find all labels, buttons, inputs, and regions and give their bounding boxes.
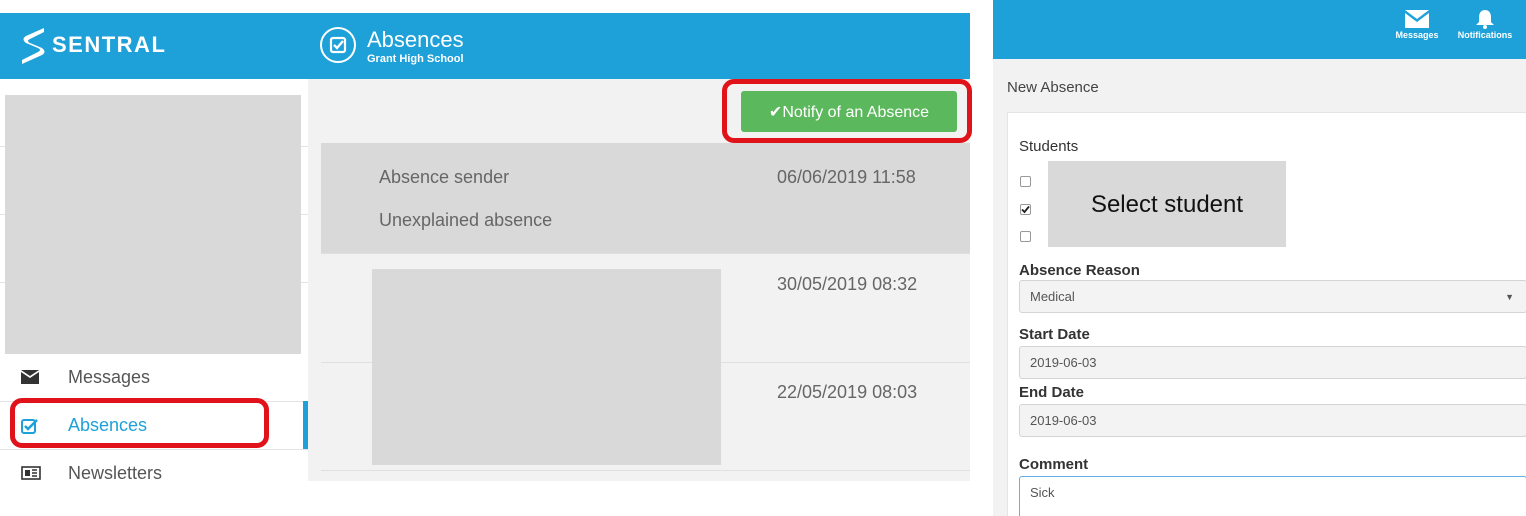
start-date-label: Start Date	[1019, 326, 1090, 343]
messages-label: Messages	[1395, 30, 1439, 40]
top-bar: SENTRAL Absences Grant High School	[0, 13, 970, 79]
absence-status: Unexplained absence	[379, 210, 553, 230]
newspaper-icon	[21, 466, 41, 481]
list-item[interactable]: Absence sender Unexplained absence 06/06…	[321, 143, 970, 253]
end-date-input[interactable]: 2019-06-03	[1019, 404, 1526, 437]
sentral-s-icon	[22, 28, 45, 64]
sidebar-item-messages[interactable]: Messages	[0, 353, 308, 401]
envelope-icon	[1405, 10, 1429, 28]
envelope-icon	[21, 370, 39, 389]
form-title: New Absence	[1007, 79, 1099, 96]
notifications-button[interactable]: Notifications	[1450, 6, 1520, 40]
messages-button[interactable]: Messages	[1386, 6, 1448, 40]
caret-down-icon: ▼	[1505, 292, 1514, 302]
comment-textarea[interactable]: Sick	[1019, 476, 1526, 516]
absence-reason-label: Absence Reason	[1019, 262, 1140, 279]
notifications-label: Notifications	[1457, 30, 1513, 40]
absence-sender: Absence sender	[379, 167, 510, 187]
sentral-logo: SENTRAL	[20, 26, 166, 64]
absences-circle-icon	[320, 27, 356, 63]
new-absence-panel: Messages Notifications New Absence Stude…	[993, 0, 1526, 516]
absence-reason-value: Medical	[1030, 289, 1075, 304]
student-checkbox[interactable]	[1020, 176, 1031, 187]
end-date-label: End Date	[1019, 384, 1085, 401]
new-absence-form: Students Select student Absence Reason M…	[1007, 112, 1526, 516]
page-title: Absences	[367, 27, 464, 52]
highlight-absences-item	[10, 398, 269, 448]
students-label: Students	[1019, 138, 1079, 155]
comment-label: Comment	[1019, 456, 1089, 473]
absence-datetime: 22/05/2019 08:03	[777, 382, 918, 402]
top-bar: Messages Notifications	[993, 0, 1526, 59]
redacted-profile-area	[5, 95, 301, 354]
absence-datetime: 30/05/2019 08:32	[777, 274, 918, 294]
sidebar-item-newsletters[interactable]: Newsletters	[0, 449, 308, 481]
highlight-notify-button	[722, 79, 972, 143]
start-date-input[interactable]: 2019-06-03	[1019, 346, 1526, 379]
absence-reason-select[interactable]: Medical ▼	[1019, 280, 1526, 313]
list-item[interactable]	[321, 470, 970, 481]
school-name: Grant High School	[367, 53, 464, 65]
active-indicator	[303, 401, 308, 449]
student-checkbox-checked[interactable]	[1020, 204, 1031, 215]
bell-icon	[1476, 10, 1494, 29]
redacted-details-area	[372, 269, 721, 465]
student-checkbox[interactable]	[1020, 231, 1031, 242]
sidebar-item-label: Newsletters	[68, 462, 163, 482]
select-student-overlay: Select student	[1090, 191, 1244, 218]
sidebar-item-label: Messages	[68, 366, 151, 387]
absence-datetime: 06/06/2019 11:58	[777, 167, 916, 187]
brand-name: SENTRAL	[52, 32, 167, 57]
